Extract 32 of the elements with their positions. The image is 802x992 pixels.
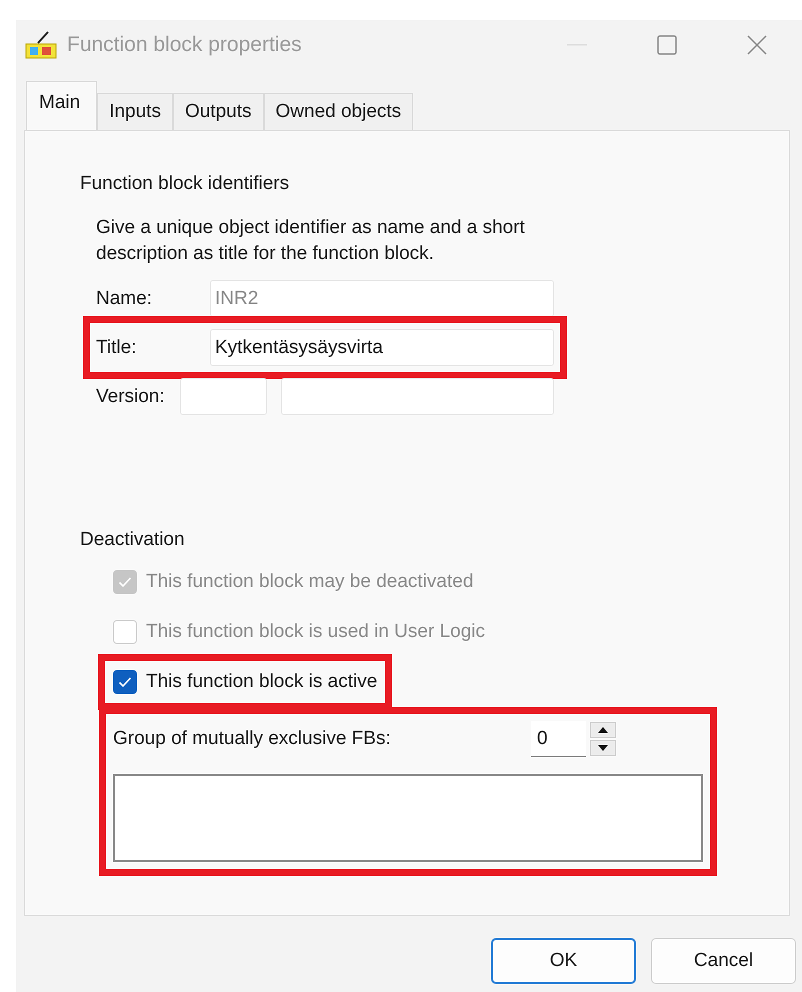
down-arrow-icon xyxy=(598,745,608,751)
tab[interactable]: Main xyxy=(26,81,98,130)
section-heading: Deactivation xyxy=(80,528,186,552)
section-heading: Function block identifiers xyxy=(80,172,290,196)
checkbox-label: This function block is active xyxy=(146,671,378,693)
close-icon xyxy=(747,35,767,55)
checkbox-label: This function block is used in User Logic xyxy=(146,621,485,643)
app-icon xyxy=(24,30,58,60)
list-box[interactable] xyxy=(113,774,703,862)
maximize-icon xyxy=(657,35,677,55)
checkbox[interactable] xyxy=(113,670,137,694)
tab[interactable]: Outputs xyxy=(172,93,264,130)
field-label: Version: xyxy=(96,386,166,408)
checkbox-label: This function block may be deactivated xyxy=(146,571,474,593)
description-text: Give a unique object identifier as name and a short description as title for the function block. xyxy=(96,216,526,266)
field-label: Title: xyxy=(96,336,138,358)
checkmark-icon xyxy=(118,676,132,688)
text-field[interactable] xyxy=(180,378,268,415)
spin-down-button[interactable] xyxy=(590,740,616,756)
spin-up-button[interactable] xyxy=(590,722,616,738)
checkmark-icon xyxy=(118,576,132,588)
dialog-button[interactable]: Cancel xyxy=(651,938,796,984)
field-label: Name: xyxy=(96,288,153,310)
text-field[interactable]: Kytkentäsysäysvirta xyxy=(210,329,554,366)
number-field[interactable]: 0 xyxy=(531,721,586,757)
dialog-button[interactable]: OK xyxy=(491,938,636,984)
tab[interactable]: Inputs xyxy=(97,93,173,130)
tab[interactable]: Owned objects xyxy=(264,93,414,130)
field-label: Group of mutually exclusive FBs: xyxy=(113,728,392,750)
window-title: Function block properties xyxy=(67,33,302,57)
text-field[interactable] xyxy=(281,378,554,415)
up-arrow-icon xyxy=(598,727,608,733)
